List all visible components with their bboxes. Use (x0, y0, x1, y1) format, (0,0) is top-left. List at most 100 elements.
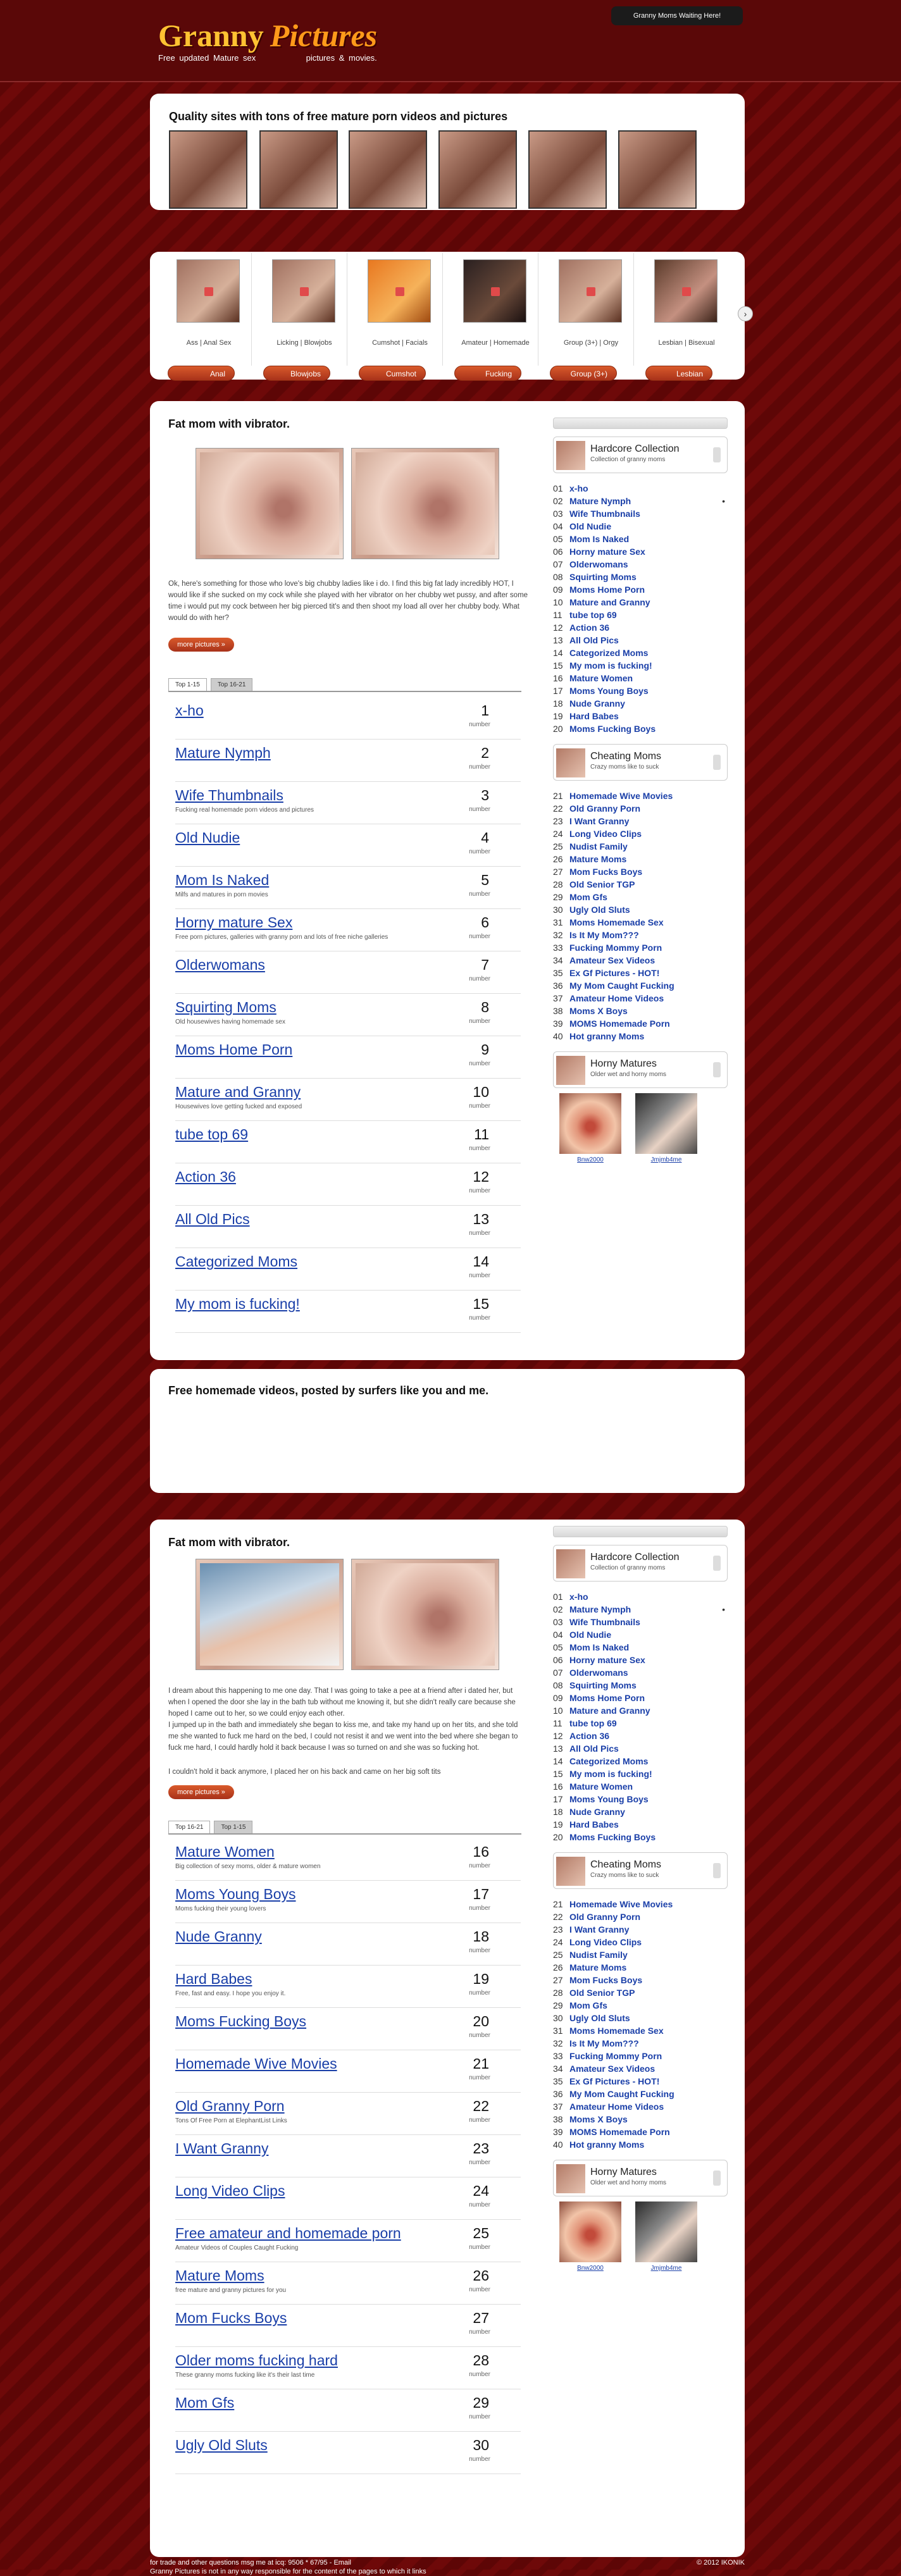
site-row[interactable]: Wife Thumbnails Fucking real homemade por… (175, 782, 521, 824)
sidebar-item-link[interactable]: MOMS Homemade Porn (569, 2127, 670, 2137)
sidebar-list-item[interactable]: 01 x-ho (553, 482, 728, 495)
sidebar-list-item[interactable]: 10 Mature and Granny (553, 1704, 728, 1717)
sidebar-item-link[interactable]: All Old Pics (569, 1743, 619, 1754)
sidebar-list-item[interactable]: 11 tube top 69 (553, 1717, 728, 1730)
sidebar-list-item[interactable]: 31 Moms Homemade Sex (553, 2024, 728, 2037)
sidebar-list-item[interactable]: 40 Hot granny Moms (553, 2138, 728, 2151)
site-link[interactable]: Mature and Granny (175, 1084, 301, 1101)
tab-top-16-21[interactable]: Top 16-21 (210, 678, 253, 691)
sidebar-item-link[interactable]: Fucking Mommy Porn (569, 943, 662, 953)
sidebar-item-link[interactable]: Mature and Granny (569, 597, 650, 607)
top-badge-link[interactable]: Granny Moms Waiting Here! (611, 6, 743, 25)
site-row[interactable]: Old Granny Porn Tons Of Free Porn at Elep… (175, 2093, 521, 2135)
horny-matures-box[interactable]: Horny Matures Older wet and horny moms (553, 2160, 728, 2196)
category-item[interactable]: Lesbian | Bisexual Lesbian (643, 259, 723, 381)
site-link[interactable]: Mature Moms (175, 2267, 264, 2284)
site-link[interactable]: Ugly Old Sluts (175, 2437, 268, 2454)
sidebar-item-link[interactable]: I Want Granny (569, 1924, 629, 1935)
sidebar-item-link[interactable]: Wife Thumbnails (569, 509, 640, 519)
sidebar-item-link[interactable]: Mature Moms (569, 854, 626, 864)
sidebar-list-item[interactable]: 17 Moms Young Boys (553, 684, 728, 697)
site-row[interactable]: Mature Nymph 2 number (175, 740, 521, 782)
sidebar-item-link[interactable]: Mom Gfs (569, 2000, 607, 2010)
site-link[interactable]: Mature Women (175, 1843, 275, 1861)
sidebar-item-link[interactable]: Is It My Mom??? (569, 2038, 639, 2048)
sidebar-item-link[interactable]: Mature and Granny (569, 1706, 650, 1716)
sidebar-item-link[interactable]: Categorized Moms (569, 648, 648, 658)
sidebar-item-link[interactable]: Moms X Boys (569, 1006, 628, 1016)
sidebar-list-item[interactable]: 12 Action 36 (553, 1730, 728, 1742)
sidebar-item-link[interactable]: Old Senior TGP (569, 879, 635, 889)
site-row[interactable]: Moms Fucking Boys 20 number (175, 2008, 521, 2050)
sidebar-list-item[interactable]: 33 Fucking Mommy Porn (553, 941, 728, 954)
category-item[interactable]: Cumshot | Facials Cumshot (356, 259, 436, 381)
site-row[interactable]: I Want Granny 23 number (175, 2135, 521, 2177)
sidebar-list-item[interactable]: 08 Squirting Moms (553, 571, 728, 583)
sidebar-item-link[interactable]: Moms Homemade Sex (569, 2026, 664, 2036)
sidebar-item-link[interactable]: Horny mature Sex (569, 547, 645, 557)
sidebar-thumb-link[interactable]: Jmjmb4me (635, 1156, 697, 1163)
sidebar-list-item[interactable]: 23 I Want Granny (553, 1923, 728, 1936)
sidebar-list-item[interactable]: 38 Moms X Boys (553, 2113, 728, 2126)
sidebar-list-item[interactable]: 36 My Mom Caught Fucking (553, 979, 728, 992)
hardcore-collection-box[interactable]: Hardcore Collection Collection of granny… (553, 437, 728, 473)
site-link[interactable]: Moms Young Boys (175, 1886, 296, 1903)
sidebar-item-link[interactable]: MOMS Homemade Porn (569, 1019, 670, 1029)
sidebar-list-item[interactable]: 19 Hard Babes (553, 710, 728, 722)
sidebar-item-link[interactable]: Amateur Sex Videos (569, 955, 655, 965)
sidebar-item-link[interactable]: All Old Pics (569, 635, 619, 645)
sidebar-thumb[interactable] (635, 2201, 697, 2262)
sidebar-list-item[interactable]: 09 Moms Home Porn (553, 1692, 728, 1704)
sidebar-item-link[interactable]: Amateur Home Videos (569, 2102, 664, 2112)
site-row[interactable]: Homemade Wive Movies 21 number (175, 2050, 521, 2093)
sidebar-list-item[interactable]: 03 Wife Thumbnails (553, 1616, 728, 1628)
sidebar-list-item[interactable]: 31 Moms Homemade Sex (553, 916, 728, 929)
sidebar-thumb-link[interactable]: Bnw2000 (559, 1156, 621, 1163)
sidebar-item-link[interactable]: Moms Fucking Boys (569, 1832, 656, 1842)
sidebar-item-link[interactable]: Olderwomans (569, 559, 628, 569)
site-row[interactable]: Long Video Clips 24 number (175, 2177, 521, 2220)
sidebar-item-link[interactable]: Moms Home Porn (569, 585, 645, 595)
quality-thumb[interactable] (349, 130, 427, 209)
sidebar-item-link[interactable]: Moms Young Boys (569, 686, 649, 696)
sidebar-item-link[interactable]: Mom Gfs (569, 892, 607, 902)
sidebar-list-item[interactable]: 02 Mature Nymph • (553, 1603, 728, 1616)
sidebar-list-item[interactable]: 21 Homemade Wive Movies (553, 1898, 728, 1910)
sidebar-item-link[interactable]: Old Granny Porn (569, 803, 640, 814)
site-row[interactable]: Action 36 12 number (175, 1163, 521, 1206)
sidebar-list-item[interactable]: 28 Old Senior TGP (553, 1986, 728, 1999)
site-link[interactable]: Olderwomans (175, 957, 265, 974)
sidebar-item-link[interactable]: Action 36 (569, 622, 609, 633)
sidebar-item-link[interactable]: Mature Nymph (569, 496, 631, 506)
category-thumb[interactable] (654, 259, 718, 323)
sidebar-item-link[interactable]: Ugly Old Sluts (569, 2013, 630, 2023)
sidebar-list-item[interactable]: 15 My mom is fucking! (553, 1768, 728, 1780)
sidebar-list-item[interactable]: 15 My mom is fucking! (553, 659, 728, 672)
category-button[interactable]: Group (3+) (550, 366, 617, 381)
more-pictures-button[interactable]: more pictures » (168, 1785, 234, 1799)
site-link[interactable]: tube top 69 (175, 1126, 248, 1143)
sidebar-item-link[interactable]: My mom is fucking! (569, 660, 652, 671)
site-row[interactable]: Ugly Old Sluts 30 number (175, 2432, 521, 2474)
sidebar-item-link[interactable]: Squirting Moms (569, 1680, 637, 1690)
site-link[interactable]: I Want Granny (175, 2140, 268, 2157)
sidebar-list-item[interactable]: 37 Amateur Home Videos (553, 2100, 728, 2113)
sidebar-item-link[interactable]: Action 36 (569, 1731, 609, 1741)
sidebar-list-item[interactable]: 18 Nude Granny (553, 1805, 728, 1818)
sidebar-item-link[interactable]: Hard Babes (569, 1819, 619, 1830)
site-link[interactable]: Mom Is Naked (175, 872, 269, 889)
sidebar-item-link[interactable]: Moms Fucking Boys (569, 724, 656, 734)
sidebar-item-link[interactable]: Hard Babes (569, 711, 619, 721)
site-row[interactable]: Mom Gfs 29 number (175, 2389, 521, 2432)
sidebar-list-item[interactable]: 12 Action 36 (553, 621, 728, 634)
site-row[interactable]: Mature Moms free mature and granny pictur… (175, 2262, 521, 2305)
quality-thumb[interactable] (438, 130, 517, 209)
sidebar-item-link[interactable]: Mom Is Naked (569, 1642, 629, 1652)
tab-top-16-21[interactable]: Top 16-21 (168, 1821, 211, 1833)
sidebar-thumb[interactable] (559, 1093, 621, 1154)
sidebar-item-link[interactable]: tube top 69 (569, 1718, 617, 1728)
site-row[interactable]: Old Nudie 4 number (175, 824, 521, 867)
sidebar-list-item[interactable]: 27 Mom Fucks Boys (553, 865, 728, 878)
sidebar-item-link[interactable]: Old Nudie (569, 521, 611, 531)
sidebar-item-link[interactable]: Homemade Wive Movies (569, 791, 673, 801)
